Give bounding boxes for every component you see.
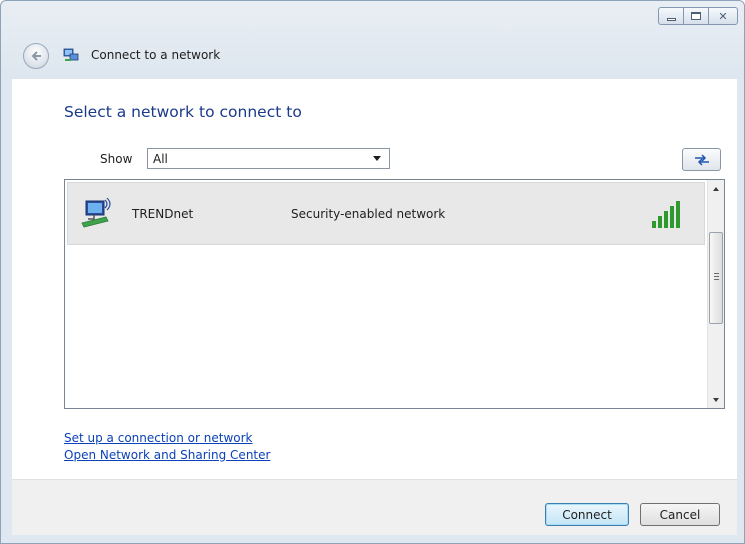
page-heading: Select a network to connect to bbox=[64, 103, 302, 121]
close-button[interactable]: ✕ bbox=[708, 7, 738, 25]
back-button[interactable] bbox=[23, 43, 49, 69]
scroll-up-button[interactable] bbox=[708, 180, 724, 197]
sharing-center-link[interactable]: Open Network and Sharing Center bbox=[64, 448, 270, 462]
refresh-icon bbox=[694, 153, 709, 166]
network-connect-icon bbox=[63, 48, 79, 61]
grip-icon bbox=[714, 273, 719, 282]
maximize-icon bbox=[691, 12, 701, 20]
window: ✕ Connect to a network Select a network … bbox=[0, 0, 745, 544]
network-name: TRENDnet bbox=[132, 207, 194, 221]
show-dropdown[interactable]: All bbox=[147, 148, 390, 169]
minimize-icon bbox=[666, 17, 676, 21]
connect-button[interactable]: Connect bbox=[545, 503, 629, 526]
network-security-status: Security-enabled network bbox=[291, 207, 446, 221]
scroll-thumb[interactable] bbox=[709, 232, 723, 324]
show-dropdown-value: All bbox=[153, 151, 168, 166]
chevron-down-icon bbox=[373, 156, 381, 161]
scroll-down-icon bbox=[713, 397, 719, 402]
setup-connection-link[interactable]: Set up a connection or network bbox=[64, 431, 252, 445]
cancel-button[interactable]: Cancel bbox=[640, 503, 720, 526]
minimize-button[interactable] bbox=[658, 7, 684, 25]
window-title: Connect to a network bbox=[91, 48, 221, 62]
maximize-button[interactable] bbox=[683, 7, 709, 25]
show-label: Show bbox=[100, 152, 133, 166]
content-area: Select a network to connect to Show All bbox=[12, 79, 737, 479]
scroll-up-icon bbox=[713, 186, 719, 191]
refresh-button[interactable] bbox=[682, 148, 721, 171]
wireless-network-icon bbox=[81, 197, 111, 228]
scroll-down-button[interactable] bbox=[708, 391, 724, 408]
vertical-scrollbar[interactable] bbox=[707, 180, 724, 408]
close-icon: ✕ bbox=[718, 9, 728, 23]
network-row[interactable]: TRENDnet Security-enabled network bbox=[67, 182, 705, 245]
caption-buttons: ✕ bbox=[658, 7, 738, 25]
signal-strength-icon bbox=[652, 201, 680, 228]
dialog-footer: Connect Cancel bbox=[12, 479, 737, 535]
back-arrow-icon bbox=[31, 51, 41, 61]
network-list[interactable]: TRENDnet Security-enabled network bbox=[64, 179, 725, 409]
title-bar: ✕ Connect to a network bbox=[1, 1, 744, 79]
